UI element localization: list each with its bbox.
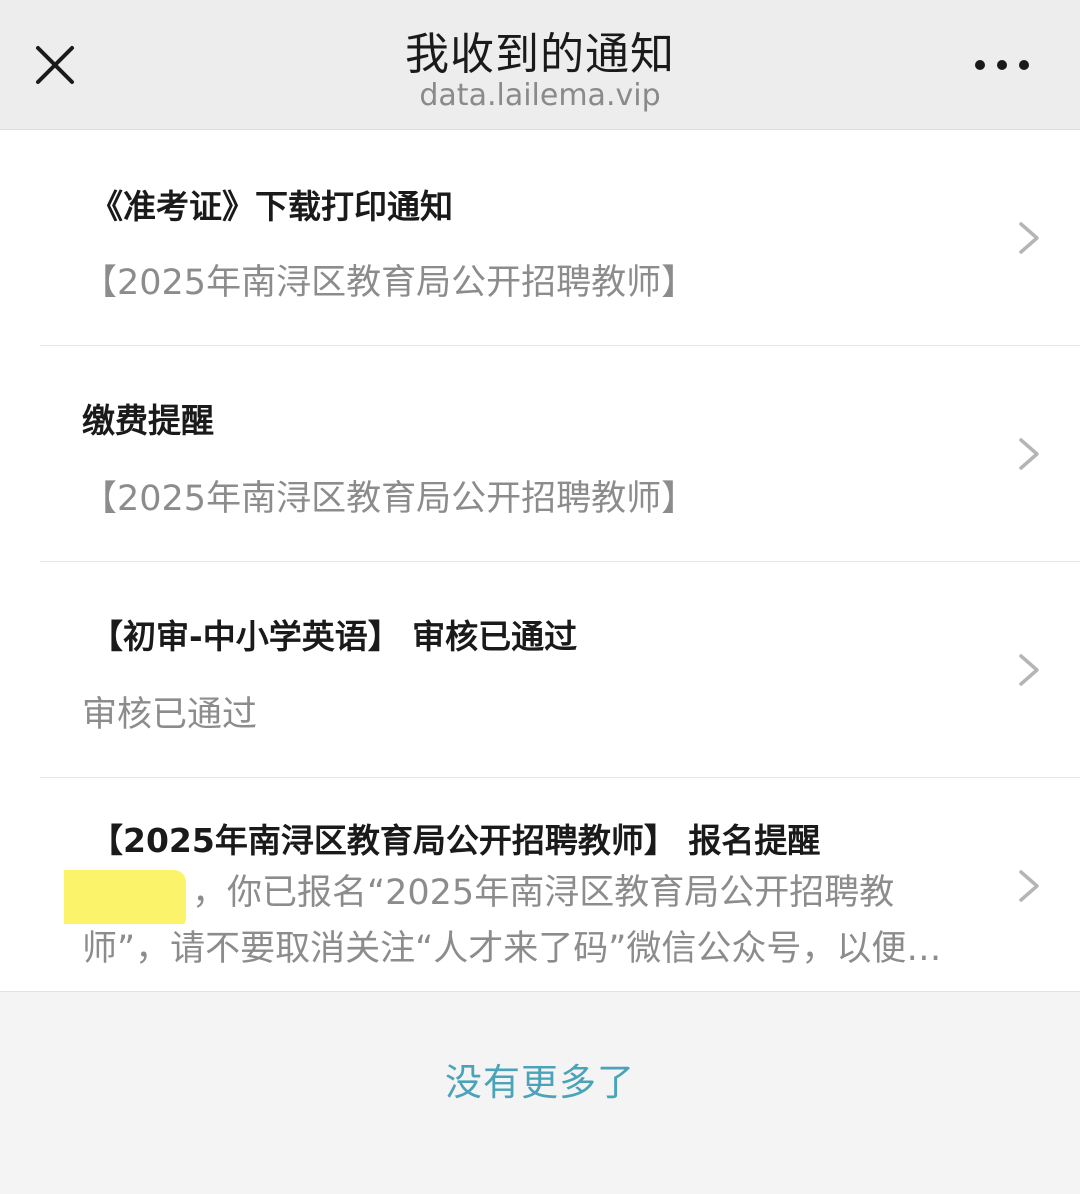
- notification-desc-line: 师”，请不要取消关注“人才来了码”微信公众号，以便…: [82, 929, 942, 969]
- chevron-right-icon: [1016, 434, 1042, 474]
- chevron-right-icon: [1016, 650, 1042, 690]
- notification-desc: 审核已通过: [82, 695, 258, 735]
- notification-title: 缴费提醒: [82, 401, 214, 440]
- chevron-right-icon: [1016, 866, 1042, 906]
- notification-item-admission-ticket[interactable]: 《准考证》下载打印通知 【2025年南浔区教育局公开招聘教师】: [0, 130, 1080, 346]
- redacted-name-highlight: [64, 870, 186, 924]
- notification-list: 《准考证》下载打印通知 【2025年南浔区教育局公开招聘教师】 缴费提醒 【20…: [0, 130, 1080, 992]
- chevron-right-icon: [1016, 218, 1042, 258]
- no-more-text: 没有更多了: [445, 1061, 635, 1104]
- notification-item-payment-reminder[interactable]: 缴费提醒 【2025年南浔区教育局公开招聘教师】: [0, 346, 1080, 562]
- more-dots-icon: [975, 60, 1029, 70]
- notification-title: 《准考证》下载打印通知: [90, 187, 453, 226]
- notification-item-review-passed[interactable]: 【初审-中小学英语】 审核已通过 审核已通过: [0, 562, 1080, 778]
- notification-title: 【初审-中小学英语】 审核已通过: [90, 617, 578, 656]
- notification-title: 【2025年南浔区教育局公开招聘教师】 报名提醒: [90, 821, 821, 860]
- notification-desc: 【2025年南浔区教育局公开招聘教师】: [82, 479, 697, 519]
- more-button[interactable]: [972, 48, 1032, 82]
- notification-item-registration-reminder[interactable]: 【2025年南浔区教育局公开招聘教师】 报名提醒 ，你已报名“2025年南浔区教…: [0, 778, 1080, 994]
- notification-desc: ，你已报名“2025年南浔区教育局公开招聘教 师”，请不要取消关注“人才来了码”…: [64, 864, 964, 974]
- page-subtitle-domain: data.lailema.vip: [419, 78, 661, 113]
- top-bar: 我收到的通知 data.lailema.vip: [0, 0, 1080, 130]
- page-title: 我收到的通知: [405, 29, 675, 80]
- notification-desc-line: ，你已报名“2025年南浔区教育局公开招聘教: [64, 864, 964, 924]
- notification-desc: 【2025年南浔区教育局公开招聘教师】: [82, 263, 697, 303]
